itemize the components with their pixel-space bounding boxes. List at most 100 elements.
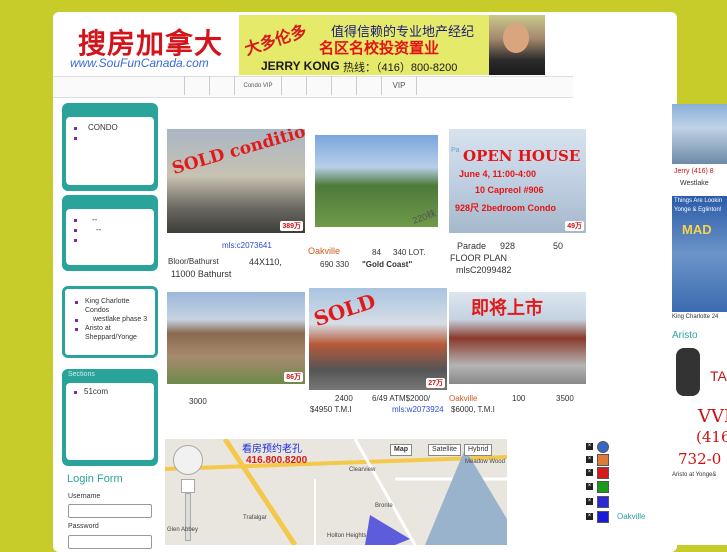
right-ad-text: Aristo at Yonge& <box>672 472 717 478</box>
listing-1-overlay: SOLD conditionally <box>169 129 305 179</box>
listing-3-line2: 928 <box>500 241 516 251</box>
site-logo[interactable]: 搜房加拿大 www.SouFunCanada.com <box>60 18 240 74</box>
map-label: Holton Heights <box>327 533 367 539</box>
right-ad-text: VVI <box>698 406 727 427</box>
listing-2-place[interactable]: Oakville <box>308 246 340 256</box>
listing-4-price-badge: 86万 <box>284 372 303 382</box>
top-nav-item[interactable] <box>307 76 332 95</box>
top-nav: Condo VIP VIP <box>160 76 417 96</box>
listing-photo-4[interactable]: 86万 <box>167 292 305 384</box>
listing-2-n4: "Gold Coast" <box>362 260 413 269</box>
username-input[interactable] <box>68 504 152 518</box>
listing-5-line3: $4950 T.M.I <box>310 405 352 414</box>
legend-row[interactable]: × <box>586 467 609 479</box>
banner-agent-name: JERRY KONG <box>261 59 340 73</box>
map-label: Bronte <box>375 503 393 509</box>
top-nav-item[interactable] <box>185 76 210 95</box>
listing-3-line4: FLOOR PLAN <box>450 253 508 263</box>
legend-row[interactable]: × <box>586 441 609 453</box>
listing-6-line1: 100 <box>512 394 526 403</box>
listing-1-line2: 44X110, <box>249 257 282 267</box>
legend-row[interactable]: × <box>586 511 609 523</box>
listing-6-overlay: 即将上市 <box>471 298 543 319</box>
right-ad-column: Jerry (416) 8 Westlake Things Are Lookin… <box>672 104 727 545</box>
top-nav-item-vip[interactable]: VIP <box>382 76 417 95</box>
map-label: Trafalgar <box>243 515 267 521</box>
listing-3-line3: 50 <box>553 241 564 251</box>
listing-3-overlay-4: 928尺 2bedroom Condo <box>455 203 557 213</box>
listing-2-n3: 690 330 <box>320 260 349 269</box>
legend-label-oakville[interactable]: Oakville <box>617 512 645 521</box>
top-nav-item[interactable] <box>160 76 185 95</box>
top-nav-item[interactable] <box>332 76 357 95</box>
map-label: Clearview <box>349 467 376 473</box>
sidebar-link[interactable]: -- <box>66 215 154 225</box>
top-nav-item[interactable] <box>357 76 382 95</box>
listing-6-place[interactable]: Oakville <box>449 394 477 403</box>
sections-link-51com[interactable]: 51com <box>66 387 154 397</box>
banner-slogan: 大多伦多 <box>242 21 309 59</box>
listing-3-price-badge: 49万 <box>565 221 584 231</box>
listing-2-n2: 340 LOT. <box>393 248 426 257</box>
right-ad-text: 732-0 <box>678 450 722 468</box>
top-nav-item[interactable] <box>210 76 235 95</box>
top-nav-item-condo-vip[interactable]: Condo VIP <box>235 76 282 95</box>
banner-tagline-2: 名区名校投资置业 <box>319 39 440 57</box>
listing-photo-5[interactable]: SOLD 27万 <box>309 288 447 390</box>
listing-photo-2[interactable]: 220株 <box>315 135 438 227</box>
top-nav-item[interactable] <box>282 76 307 95</box>
map-type-map-button[interactable]: Map <box>390 444 412 456</box>
listing-1-price-badge: 389万 <box>280 221 303 231</box>
sidebar-link-westlake[interactable]: westlake phase 3 <box>67 315 153 324</box>
listing-4-line1: 3000 <box>189 397 207 406</box>
listing-3-extra: Pa <box>451 147 460 154</box>
banner-phone: 热线：（416）800-8200 <box>343 62 458 74</box>
map-label: Meadow Wood <box>465 459 505 465</box>
right-ad-figure <box>676 348 700 396</box>
listing-1-line3: 11000 Bathurst <box>171 269 232 279</box>
listing-5-mls-link[interactable]: mls:w2073924 <box>392 405 444 414</box>
map-zoom-slider[interactable] <box>185 493 191 541</box>
sidebar-box-3: King Charlotte Condos westlake phase 3 A… <box>62 286 158 358</box>
listing-3-line1: Parade <box>457 241 487 251</box>
map-zoom-in-button[interactable] <box>181 479 195 493</box>
right-ad-text: Jerry (416) 8 <box>674 168 714 175</box>
listing-photo-3[interactable]: Pa OPEN HOUSE June 4, 11:00-4:00 10 Capr… <box>449 129 586 233</box>
sidebar-sections: Sections 51com <box>62 369 158 466</box>
login-form-title: Login Form <box>67 473 123 485</box>
sidebar-link-condo[interactable]: CONDO <box>66 123 154 133</box>
legend-row[interactable]: × <box>586 454 609 466</box>
password-input[interactable] <box>68 535 152 549</box>
map-ad-phone: 416.800.8200 <box>246 455 308 466</box>
sidebar-link-king-charlotte[interactable]: King Charlotte Condos <box>67 297 153 315</box>
agent-banner[interactable]: 大多伦多 值得信赖的专业地产经纪 名区名校投资置业 JERRY KONG 热线：… <box>239 15 545 75</box>
listing-3-overlay: OPEN HOUSE <box>463 147 581 165</box>
right-ad-text: (416 <box>696 428 727 446</box>
sidebar-link[interactable]: -- <box>66 225 154 235</box>
sections-title: Sections <box>68 371 95 378</box>
listing-3-line5: mlsC2099482 <box>456 265 512 275</box>
map-label: Glen Abbey <box>167 527 199 533</box>
legend-row[interactable]: × <box>586 496 609 508</box>
listing-1-mls-link[interactable]: mls:c2073641 <box>222 241 272 250</box>
listing-3-overlay-3: 10 Capreol #906 <box>475 185 544 195</box>
logo-url-text: www.SouFunCanada.com <box>70 56 209 70</box>
sidebar-link-aristo[interactable]: Aristo at Sheppard/Yonge <box>67 324 153 342</box>
right-ad-banner-2[interactable]: Things Are Lookin Yonge & Eglinton! MAD <box>672 196 727 312</box>
sidebar-box-1: CONDO <box>62 103 158 191</box>
map-type-hybrid-button[interactable]: Hybrid <box>464 444 493 456</box>
agent-photo <box>489 15 545 75</box>
username-label: Username <box>68 493 101 500</box>
listing-photo-1[interactable]: SOLD conditionally 389万 <box>167 129 305 233</box>
right-ad-photo-1[interactable] <box>672 104 727 164</box>
map-pan-control[interactable] <box>173 445 203 475</box>
map-type-satellite-button[interactable]: Satellite <box>428 444 461 456</box>
legend-row[interactable]: × <box>586 481 609 493</box>
listing-1-line1: Bloor/Bathurst <box>168 257 219 266</box>
listing-5-line1: 2400 <box>335 394 353 403</box>
listing-photo-6[interactable]: 即将上市 <box>449 292 586 384</box>
listing-6-line3: $6000, T.M.I <box>451 405 495 414</box>
right-ad-text: TA <box>710 368 727 384</box>
listing-2-n1: 84 <box>372 248 381 257</box>
listing-5-overlay: SOLD <box>310 288 379 332</box>
